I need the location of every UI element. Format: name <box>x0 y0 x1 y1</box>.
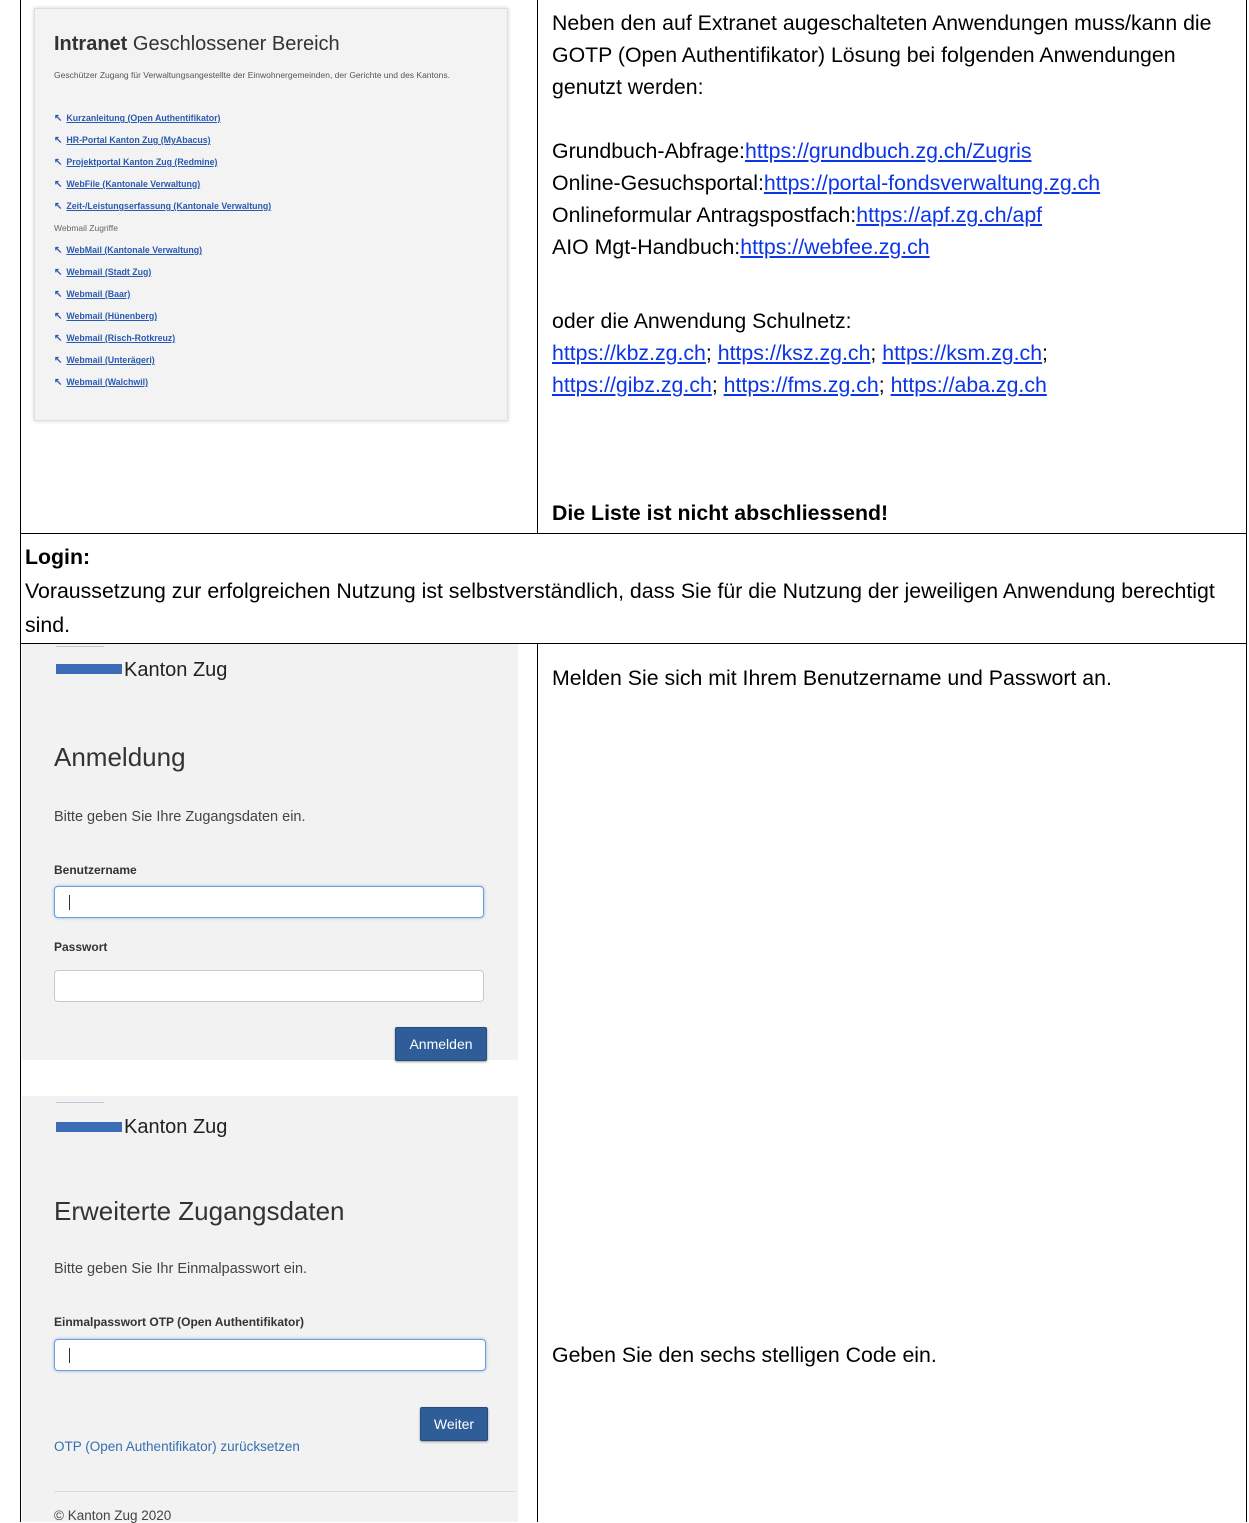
application-link[interactable]: https://apf.zg.ch/apf <box>856 203 1042 227</box>
document-page: Intranet Geschlossener Bereich Geschütze… <box>0 0 1249 1523</box>
row-divider-1 <box>20 533 1247 534</box>
otp-description: Bitte geben Sie Ihr Einmalpasswort ein. <box>54 1261 308 1277</box>
schulnetz-links-row: https://kbz.zg.ch; https://ksz.zg.ch; ht… <box>552 341 1048 365</box>
login-instruction: Melden Sie sich mit Ihrem Benutzername u… <box>552 666 1112 690</box>
arrow-icon: ↖ <box>54 244 63 256</box>
arrow-icon: ↖ <box>54 266 63 278</box>
applications-intro: Neben den auf Extranet augeschalteten An… <box>552 11 1212 99</box>
login-heading: Login: <box>25 545 91 569</box>
intranet-link[interactable]: ↖ Zeit-/Leistungserfassung (Kantonale Ver… <box>54 195 494 217</box>
column-divider-bottom <box>537 643 538 1522</box>
arrow-icon: ↖ <box>54 200 63 212</box>
webmail-link[interactable]: ↖ Webmail (Stadt Zug) <box>54 261 494 283</box>
text-caret <box>69 895 70 910</box>
schulnetz-link[interactable]: https://ksm.zg.ch <box>882 341 1042 365</box>
arrow-icon: ↖ <box>54 156 63 168</box>
intranet-link[interactable]: ↖ WebFile (Kantonale Verwaltung) <box>54 173 494 195</box>
login-title: Anmeldung <box>54 742 186 772</box>
application-entry: Online-Gesuchsportal:https://portal-fond… <box>552 171 1101 195</box>
brand-line <box>56 1102 104 1103</box>
webmail-link[interactable]: ↖ Webmail (Unterägeri) <box>54 349 494 371</box>
otp-input[interactable] <box>54 1339 486 1371</box>
webmail-link[interactable]: ↖ Webmail (Risch-Rotkreuz) <box>54 327 494 349</box>
intranet-link-list: ↖ Kurzanleitung (Open Authentifikator) ↖ H… <box>54 107 494 393</box>
login-panel: Kanton Zug Anmeldung Bitte geben Sie Ihr… <box>22 644 518 1061</box>
arrow-icon: ↖ <box>54 310 63 322</box>
column-divider-top <box>537 0 538 533</box>
webmail-link[interactable]: ↖ Webmail (Walchwil) <box>54 371 494 393</box>
arrow-icon: ↖ <box>54 178 63 190</box>
footer-divider <box>54 1491 516 1492</box>
kanton-zug-logo <box>56 1122 122 1132</box>
application-entry: Onlineformular Antragspostfach:https://a… <box>552 203 1043 227</box>
list-not-exhaustive-note: Die Liste ist nicht abschliessend! <box>552 501 889 525</box>
otp-panel: Kanton Zug Erweiterte Zugangsdaten Bitte… <box>22 1096 518 1523</box>
text-caret <box>69 1348 70 1363</box>
webmail-link[interactable]: ↖ Webmail (Baar) <box>54 283 494 305</box>
intranet-link[interactable]: ↖ HR-Portal Kanton Zug (MyAbacus) <box>54 129 494 151</box>
login-submit-button[interactable]: Anmelden <box>395 1027 487 1061</box>
table-border-right <box>1246 0 1247 1522</box>
arrow-icon: ↖ <box>54 112 63 124</box>
brand-name: Kanton Zug <box>124 659 228 681</box>
intranet-link[interactable]: ↖ Projektportal Kanton Zug (Redmine) <box>54 151 494 173</box>
application-link[interactable]: https://webfee.zg.ch <box>740 235 929 259</box>
password-input[interactable] <box>54 970 484 1002</box>
schulnetz-link[interactable]: https://aba.zg.ch <box>891 373 1047 397</box>
applications-description: Neben den auf Extranet augeschalteten An… <box>552 7 1242 401</box>
intranet-title: Intranet Geschlossener Bereich <box>54 33 340 55</box>
webmail-section-label: Webmail Zugriffe <box>54 223 118 233</box>
application-entry: AIO Mgt-Handbuch:https://webfee.zg.ch <box>552 235 930 259</box>
webmail-link[interactable]: ↖ Webmail (Hünenberg) <box>54 305 494 327</box>
otp-title: Erweiterte Zugangsdaten <box>54 1196 345 1226</box>
brand-name: Kanton Zug <box>124 1116 228 1138</box>
application-entry: Grundbuch-Abfrage:https://grundbuch.zg.c… <box>552 139 1032 163</box>
arrow-icon: ↖ <box>54 354 63 366</box>
application-link[interactable]: https://grundbuch.zg.ch/Zugris <box>745 139 1031 163</box>
otp-reset-link[interactable]: OTP (Open Authentifikator) zurücksetzen <box>54 1439 300 1454</box>
schulnetz-link[interactable]: https://fms.zg.ch <box>724 373 879 397</box>
table-border-left <box>20 0 21 1522</box>
webmail-link[interactable]: ↖ WebMail (Kantonale Verwaltung) <box>54 239 494 261</box>
kanton-zug-logo <box>56 664 122 674</box>
application-link[interactable]: https://portal-fondsverwaltung.zg.ch <box>764 171 1100 195</box>
arrow-icon: ↖ <box>54 376 63 388</box>
password-label: Passwort <box>54 940 108 954</box>
schulnetz-label: oder die Anwendung Schulnetz: <box>552 309 852 333</box>
schulnetz-link[interactable]: https://kbz.zg.ch <box>552 341 706 365</box>
username-input[interactable] <box>54 886 484 918</box>
arrow-icon: ↖ <box>54 332 63 344</box>
otp-submit-button[interactable]: Weiter <box>420 1407 488 1441</box>
login-description: Bitte geben Sie Ihre Zugangsdaten ein. <box>54 809 306 825</box>
login-requirement-text: Voraussetzung zur erfolgreichen Nutzung … <box>25 579 1215 637</box>
intranet-subtitle: Geschützer Zugang für Verwaltungsangeste… <box>54 70 450 80</box>
brand-line <box>56 646 104 647</box>
copyright-footer: © Kanton Zug 2020 <box>54 1508 172 1523</box>
schulnetz-link[interactable]: https://gibz.zg.ch <box>552 373 712 397</box>
otp-instruction: Geben Sie den sechs stelligen Code ein. <box>552 1343 937 1367</box>
intranet-screenshot: Intranet Geschlossener Bereich Geschütze… <box>34 8 508 421</box>
otp-label: Einmalpasswort OTP (Open Authentifikator… <box>54 1315 305 1329</box>
arrow-icon: ↖ <box>54 134 63 146</box>
username-label: Benutzername <box>54 863 137 877</box>
arrow-icon: ↖ <box>54 288 63 300</box>
schulnetz-link[interactable]: https://ksz.zg.ch <box>718 341 871 365</box>
intranet-link[interactable]: ↖ Kurzanleitung (Open Authentifikator) <box>54 107 494 129</box>
schulnetz-links-row: https://gibz.zg.ch; https://fms.zg.ch; h… <box>552 373 1047 397</box>
